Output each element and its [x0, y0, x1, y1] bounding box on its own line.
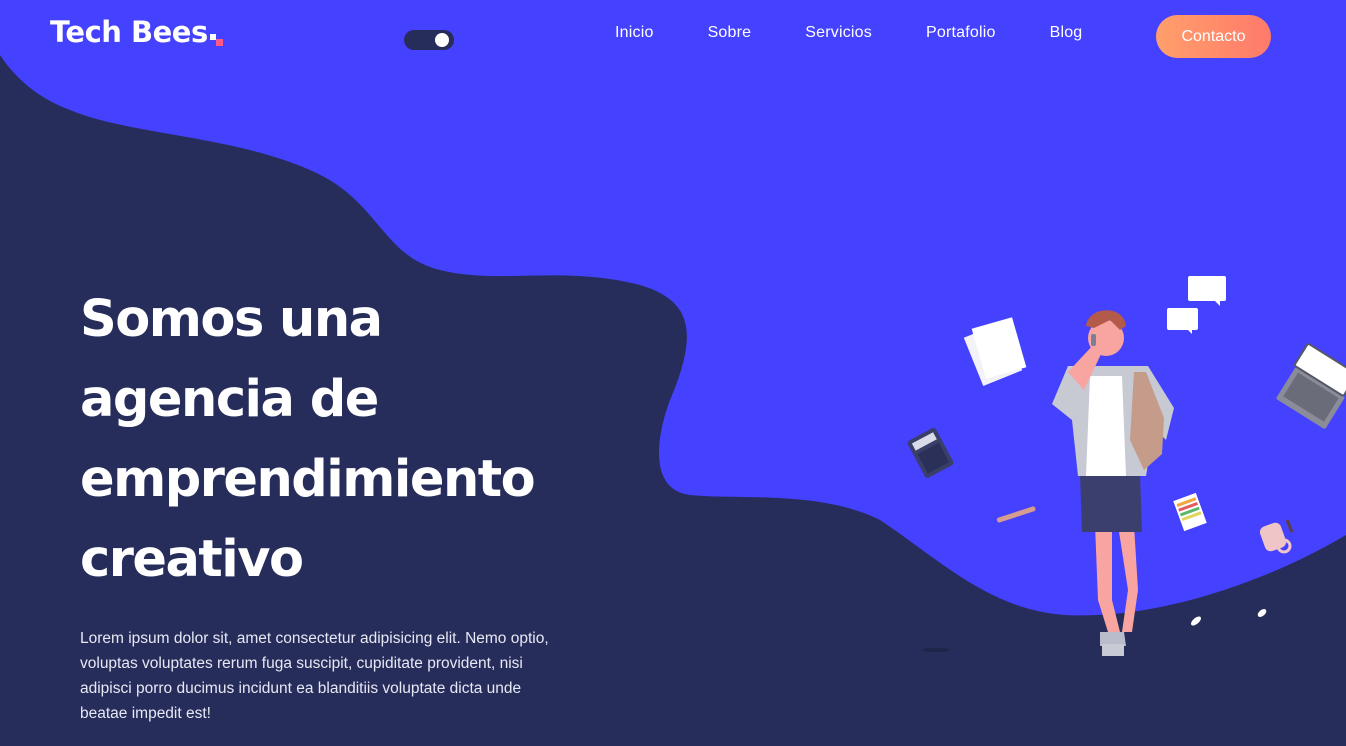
nav-item-blog[interactable]: Blog: [1050, 24, 1083, 42]
hero-title-line: Somos una: [80, 290, 383, 349]
laptop-icon: [1276, 343, 1346, 429]
hero-title-line: emprendimiento: [80, 450, 536, 509]
calculator-icon: [907, 427, 954, 478]
navbar: Tech Bees Inicio Sobre Servicios Portafo…: [0, 0, 1346, 75]
person-figure: [1052, 310, 1174, 656]
hero-title-line: creativo: [80, 530, 304, 589]
person-illustration: [907, 276, 1346, 656]
brand-name: Tech Bees: [50, 15, 208, 49]
nav-links: Inicio Sobre Servicios Portafolio Blog: [588, 24, 1109, 42]
logo-accent-icon: [215, 39, 223, 46]
color-palette-icon: [1173, 492, 1207, 532]
contact-button[interactable]: Contacto: [1156, 15, 1271, 58]
chat-bubble-icon: [1167, 276, 1226, 334]
toggle-knob: [435, 33, 449, 47]
nav-item-portafolio[interactable]: Portafolio: [926, 24, 996, 42]
pencil-icon: [996, 506, 1036, 523]
nav-item-servicios[interactable]: Servicios: [805, 24, 872, 42]
nav-item-sobre[interactable]: Sobre: [708, 24, 752, 42]
nav-item-inicio[interactable]: Inicio: [615, 24, 654, 42]
brand-logo[interactable]: Tech Bees: [50, 15, 223, 49]
paper-icon: [963, 317, 1027, 386]
mug-icon: [1259, 519, 1294, 554]
hero-description: Lorem ipsum dolor sit, amet consectetur …: [80, 630, 549, 722]
hero-title-line: agencia de: [80, 370, 379, 429]
hero-title: Somos una agencia de emprendimiento crea…: [80, 280, 600, 600]
theme-toggle[interactable]: [404, 30, 454, 50]
